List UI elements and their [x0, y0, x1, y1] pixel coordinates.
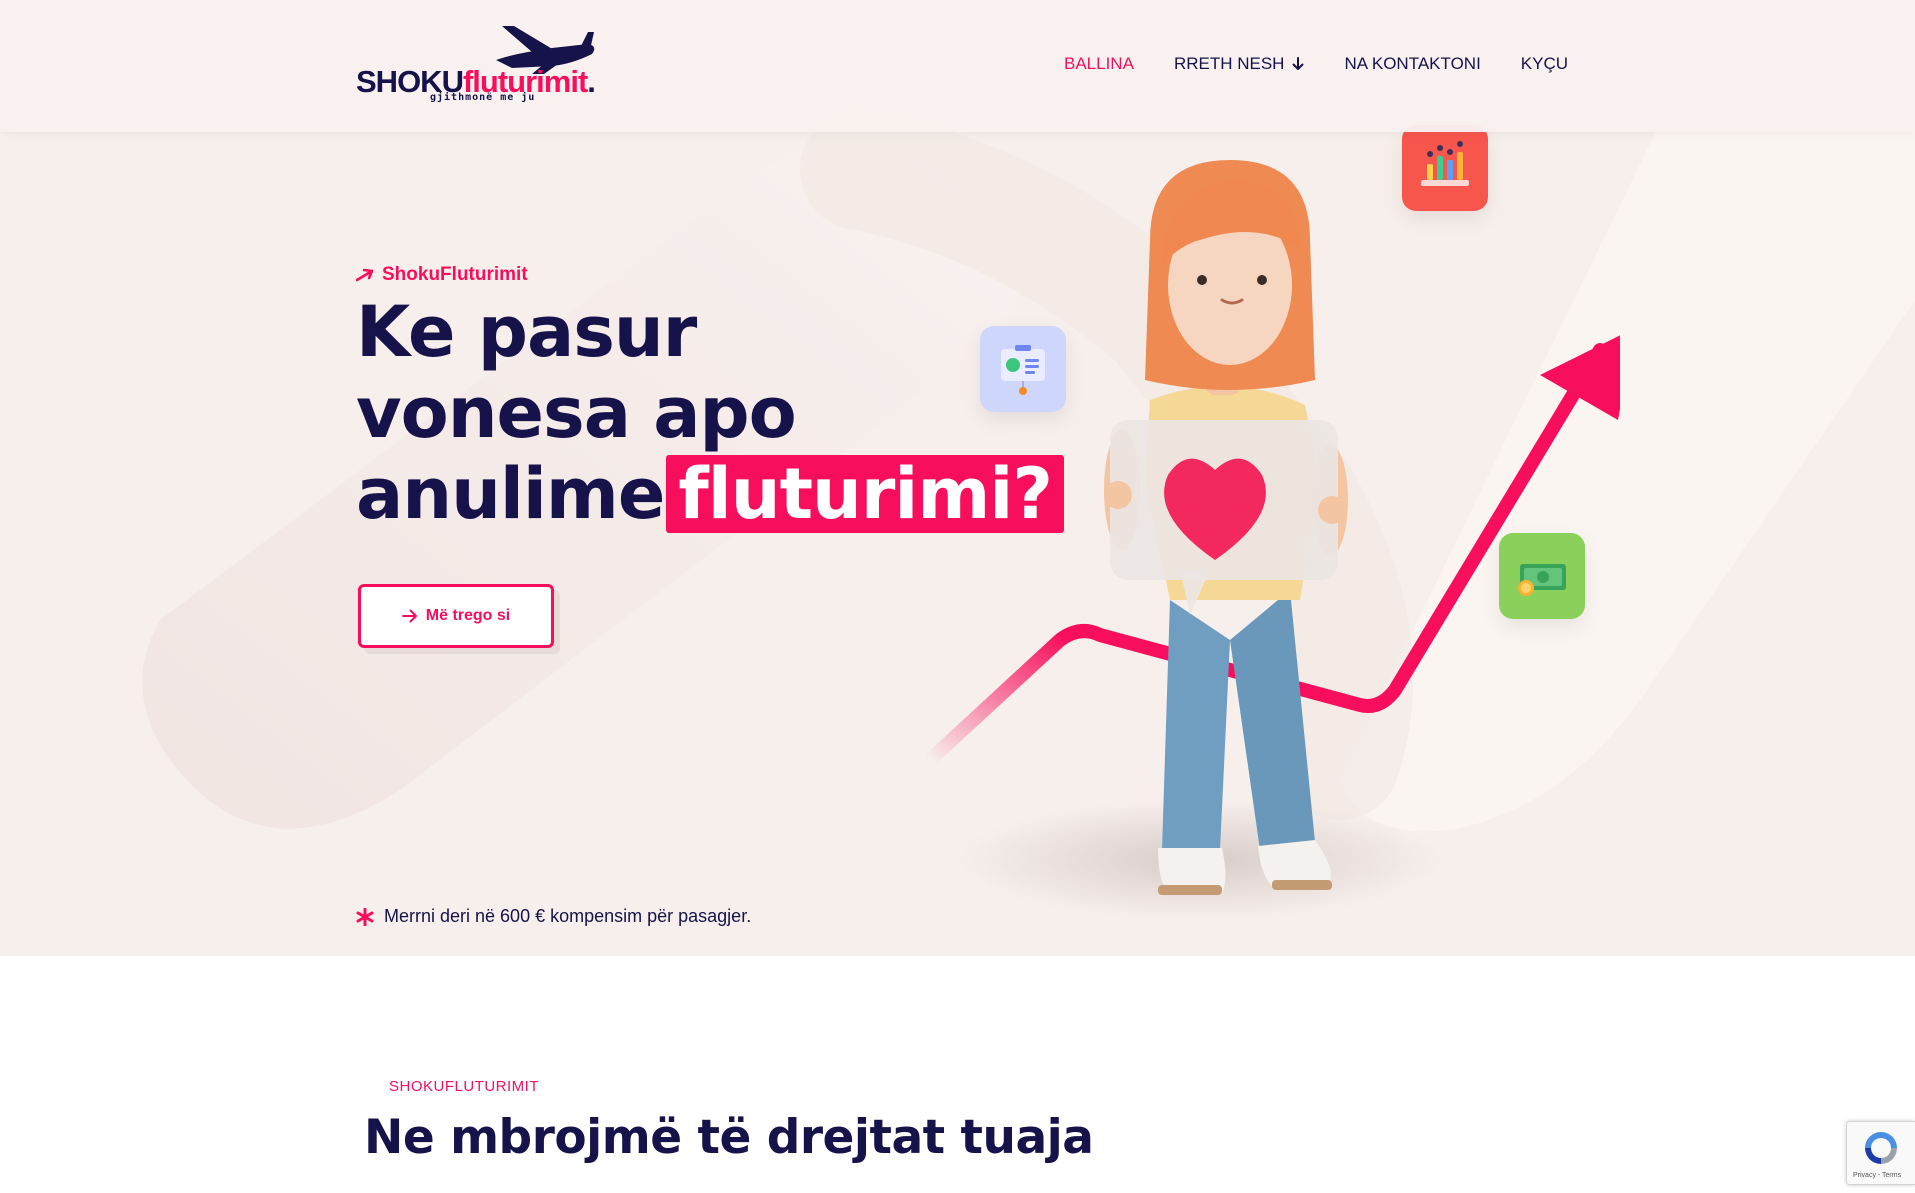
- bar-chart-icon: [1402, 125, 1488, 211]
- hero-headline: Ke pasur vonesa apo anulime fluturimi?: [356, 292, 1064, 535]
- recaptcha-terms: Privacy - Terms: [1853, 1172, 1902, 1179]
- site-header: SHOKUfluturimit. gjithmonë me ju BALLINA…: [0, 0, 1915, 132]
- main-nav: BALLINA RRETH NESH NA KONTAKTONI KYÇU: [1064, 54, 1568, 74]
- arrow-down-icon: [1292, 57, 1304, 71]
- section-title: Ne mbrojmë të drejtat tuaja: [364, 1110, 1094, 1165]
- site-logo[interactable]: SHOKUfluturimit. gjithmonë me ju: [356, 22, 604, 104]
- section-label: SHOKUFLUTURIMIT: [389, 1078, 539, 1095]
- nav-item-kycu[interactable]: KYÇU: [1521, 54, 1568, 74]
- headline-highlight: fluturimi?: [666, 455, 1064, 533]
- nav-item-rreth-nesh[interactable]: RRETH NESH: [1174, 54, 1305, 74]
- show-me-how-button[interactable]: Më trego si: [358, 584, 554, 648]
- headline-line-3: anulime fluturimi?: [356, 454, 1064, 535]
- nav-item-na-kontaktoni[interactable]: NA KONTAKTONI: [1344, 54, 1480, 74]
- hero-eyebrow: ShokuFluturimit: [356, 264, 528, 286]
- money-icon: [1499, 533, 1585, 619]
- asterisk-icon: [356, 907, 374, 926]
- arrow-up-right-icon: [356, 268, 374, 282]
- nav-item-ballina[interactable]: BALLINA: [1064, 54, 1134, 74]
- compensation-note: Merrni deri në 600 € kompensim për pasag…: [356, 906, 751, 927]
- recaptcha-badge[interactable]: Privacy - Terms: [1846, 1121, 1915, 1185]
- recaptcha-icon: [1865, 1132, 1897, 1164]
- logo-tagline: gjithmonë me ju: [430, 92, 536, 103]
- headline-line-1: Ke pasur: [356, 291, 697, 373]
- headline-line-2: vonesa apo: [356, 372, 797, 454]
- arrow-right-icon: [401, 609, 418, 623]
